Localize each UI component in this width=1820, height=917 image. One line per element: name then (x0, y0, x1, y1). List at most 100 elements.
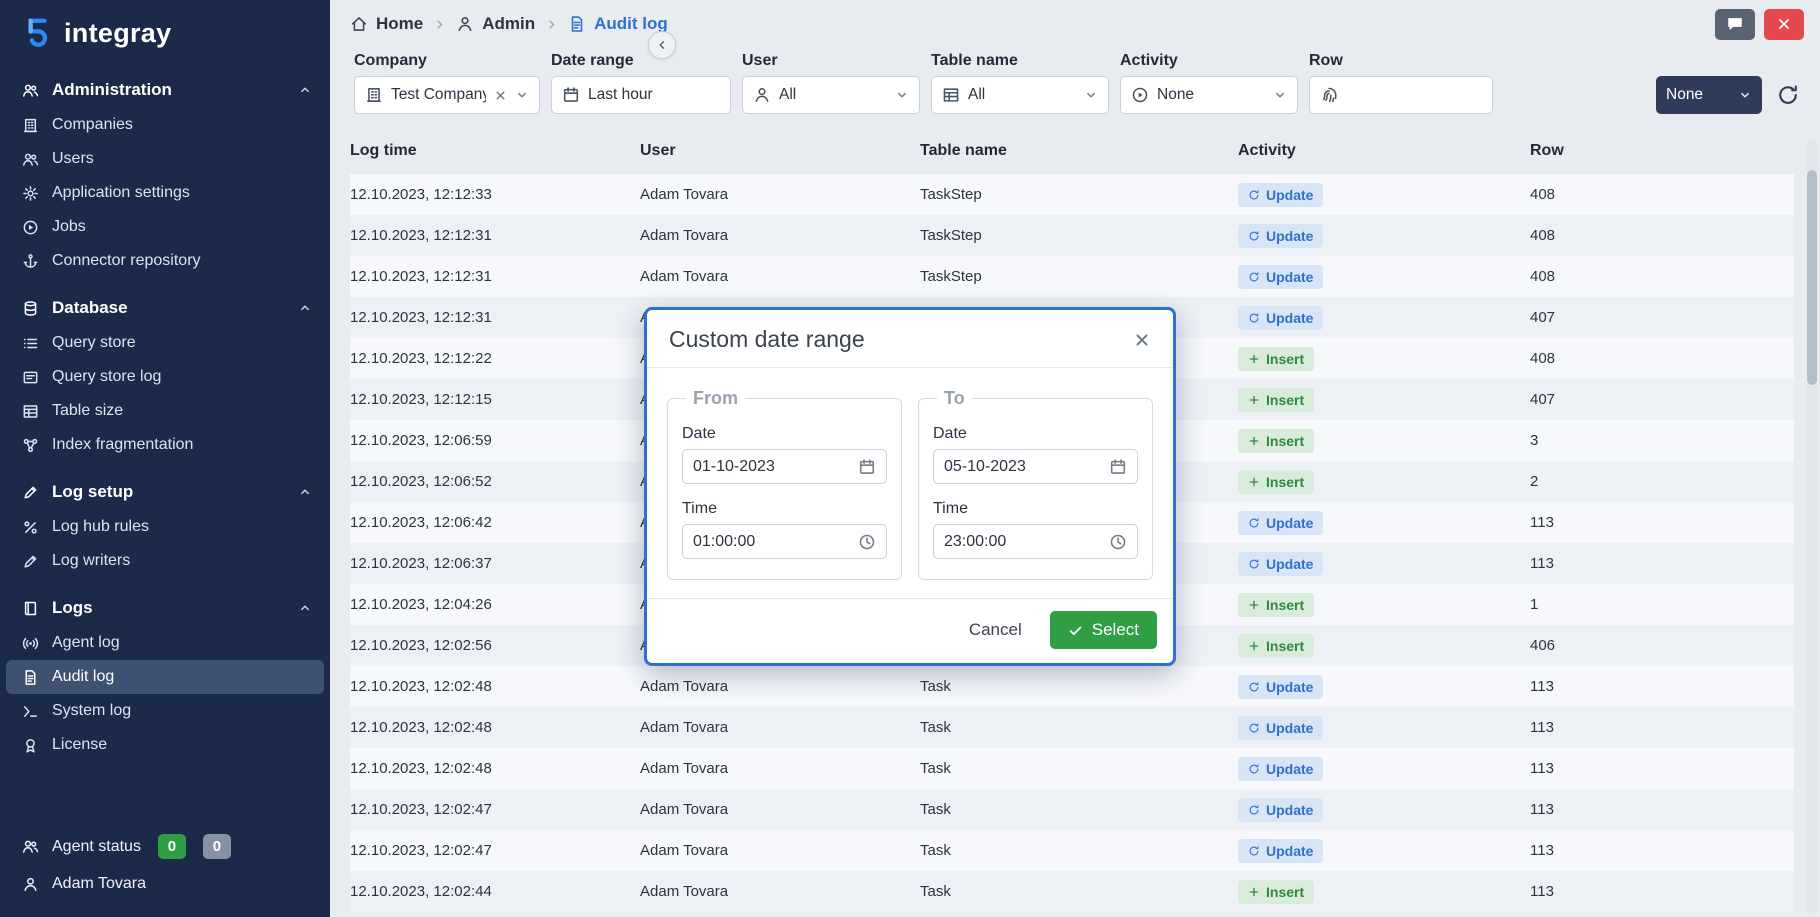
activity-badge-label: Insert (1266, 474, 1304, 490)
sidebar-item-index-fragmentation[interactable]: Index fragmentation (6, 428, 324, 462)
sidebar-item-label: Connector repository (52, 252, 201, 270)
row-input[interactable] (1309, 76, 1493, 114)
table-row[interactable]: 12.10.2023, 12:12:31Adam TovaraTaskStepU… (350, 215, 1794, 256)
toolbar-right-controls: None (1656, 76, 1800, 114)
table-row[interactable]: 12.10.2023, 12:12:33Adam TovaraTaskStepU… (350, 174, 1794, 215)
calendar-icon[interactable] (1109, 458, 1127, 476)
sidebar-item-audit-log[interactable]: Audit log (6, 660, 324, 694)
table-row[interactable]: 12.10.2023, 12:02:48Adam TovaraTaskUpdat… (350, 707, 1794, 748)
cell-row: 406 (1530, 637, 1794, 654)
sidebar-section-header-log-setup[interactable]: Log setup (0, 474, 330, 510)
company-select[interactable]: Test Company (354, 76, 540, 114)
filter-row-label: Row (1309, 52, 1493, 70)
clock-icon[interactable] (858, 533, 876, 551)
activity-badge-label: Insert (1266, 392, 1304, 408)
activity-badge: Update (1238, 675, 1323, 699)
from-time-input[interactable]: 01:00:00 (682, 524, 887, 559)
sidebar-item-query-store[interactable]: Query store (6, 326, 324, 360)
activity-badge-label: Update (1266, 843, 1313, 859)
modal-footer: Cancel Select (647, 598, 1173, 663)
cell-table-name: TaskStep (920, 268, 1238, 285)
sidebar-collapse-button[interactable] (648, 31, 676, 59)
clear-company-icon[interactable] (494, 89, 507, 102)
modal-close-button[interactable] (1133, 331, 1151, 349)
agent-status[interactable]: Agent status 0 0 (0, 826, 330, 867)
table-row[interactable]: 12.10.2023, 12:12:31Adam TovaraTaskStepU… (350, 256, 1794, 297)
cancel-button[interactable]: Cancel (969, 620, 1022, 640)
terminal-icon (22, 703, 39, 720)
sidebar-item-companies[interactable]: Companies (6, 108, 324, 142)
activity-badge-label: Update (1266, 679, 1313, 695)
modal-header: Custom date range (647, 310, 1173, 368)
filter-user: User All (742, 52, 920, 114)
sidebar-item-label: License (52, 736, 107, 754)
activity-badge-label: Update (1266, 761, 1313, 777)
breadcrumb-admin[interactable]: Admin (456, 14, 535, 34)
activity-select[interactable]: None (1120, 76, 1298, 114)
logo[interactable]: integray (0, 0, 330, 66)
sidebar-item-log-hub-rules[interactable]: Log hub rules (6, 510, 324, 544)
activity-badge: Update (1238, 798, 1323, 822)
table-row[interactable]: 12.10.2023, 12:02:48Adam TovaraTaskUpdat… (350, 666, 1794, 707)
calendar-icon[interactable] (858, 458, 876, 476)
select-button-label: Select (1092, 620, 1139, 640)
cell-activity: Update (1238, 265, 1530, 289)
sidebar-section-header-logs[interactable]: Logs (0, 590, 330, 626)
activity-badge: Update (1238, 183, 1323, 207)
users-icon (22, 151, 39, 168)
chevron-up-icon (298, 485, 312, 499)
table-row[interactable]: 12.10.2023, 12:02:48Adam TovaraTaskUpdat… (350, 748, 1794, 789)
refresh-button[interactable] (1776, 83, 1800, 107)
to-time-input[interactable]: 23:00:00 (933, 524, 1138, 559)
sidebar-item-jobs[interactable]: Jobs (6, 210, 324, 244)
user-select[interactable]: All (742, 76, 920, 114)
update-icon (1248, 845, 1260, 857)
cell-table-name: TaskStep (920, 227, 1238, 244)
to-date-input[interactable]: 05-10-2023 (933, 449, 1138, 484)
scrollbar-thumb[interactable] (1807, 170, 1817, 385)
activity-badge-label: Insert (1266, 884, 1304, 900)
cell-row: 113 (1530, 883, 1794, 900)
sidebar-item-table-size[interactable]: Table size (6, 394, 324, 428)
from-date-value: 01-10-2023 (693, 458, 775, 476)
vertical-scrollbar[interactable] (1807, 140, 1817, 913)
book-icon (22, 600, 39, 617)
breadcrumb-audit-log[interactable]: Audit log (568, 14, 668, 34)
sidebar-section-header-database[interactable]: Database (0, 290, 330, 326)
sidebar-item-query-store-log[interactable]: Query store log (6, 360, 324, 394)
license-icon (22, 737, 39, 754)
sidebar-item-log-writers[interactable]: Log writers (6, 544, 324, 578)
cell-row: 113 (1530, 842, 1794, 859)
select-button[interactable]: Select (1050, 611, 1157, 649)
sidebar-item-application-settings[interactable]: Application settings (6, 176, 324, 210)
cell-log-time: 12.10.2023, 12:02:47 (350, 801, 640, 818)
cell-activity: Update (1238, 511, 1530, 535)
sidebar-item-agent-log[interactable]: Agent log (6, 626, 324, 660)
sidebar-user[interactable]: Adam Tovara (0, 867, 330, 901)
breadcrumb-home[interactable]: Home (350, 14, 423, 34)
insert-icon (1248, 353, 1260, 365)
table-row[interactable]: 12.10.2023, 12:02:47Adam TovaraTaskUpdat… (350, 830, 1794, 871)
update-icon (1248, 722, 1260, 734)
toolbar-none-select[interactable]: None (1656, 76, 1762, 114)
from-date-input[interactable]: 01-10-2023 (682, 449, 887, 484)
insert-icon (1248, 476, 1260, 488)
close-window-button[interactable] (1764, 9, 1804, 40)
cell-user: Adam Tovara (640, 227, 920, 244)
date-range-select[interactable]: Last hour (551, 76, 731, 114)
clock-icon[interactable] (1109, 533, 1127, 551)
table-row[interactable]: 12.10.2023, 12:02:44Adam TovaraTaskInser… (350, 871, 1794, 912)
chevron-right-icon (433, 18, 446, 31)
sidebar-section-header-administration[interactable]: Administration (0, 72, 330, 108)
chat-button[interactable] (1715, 9, 1755, 40)
sidebar-item-connector-repository[interactable]: Connector repository (6, 244, 324, 278)
sidebar-item-license[interactable]: License (6, 728, 324, 762)
table-name-select[interactable]: All (931, 76, 1109, 114)
activity-badge: Update (1238, 839, 1323, 863)
activity-badge: Insert (1238, 470, 1314, 494)
sidebar-item-system-log[interactable]: System log (6, 694, 324, 728)
cell-log-time: 12.10.2023, 12:02:56 (350, 637, 640, 654)
table-row[interactable]: 12.10.2023, 12:02:47Adam TovaraTaskUpdat… (350, 789, 1794, 830)
sidebar-item-users[interactable]: Users (6, 142, 324, 176)
filter-user-label: User (742, 52, 920, 70)
